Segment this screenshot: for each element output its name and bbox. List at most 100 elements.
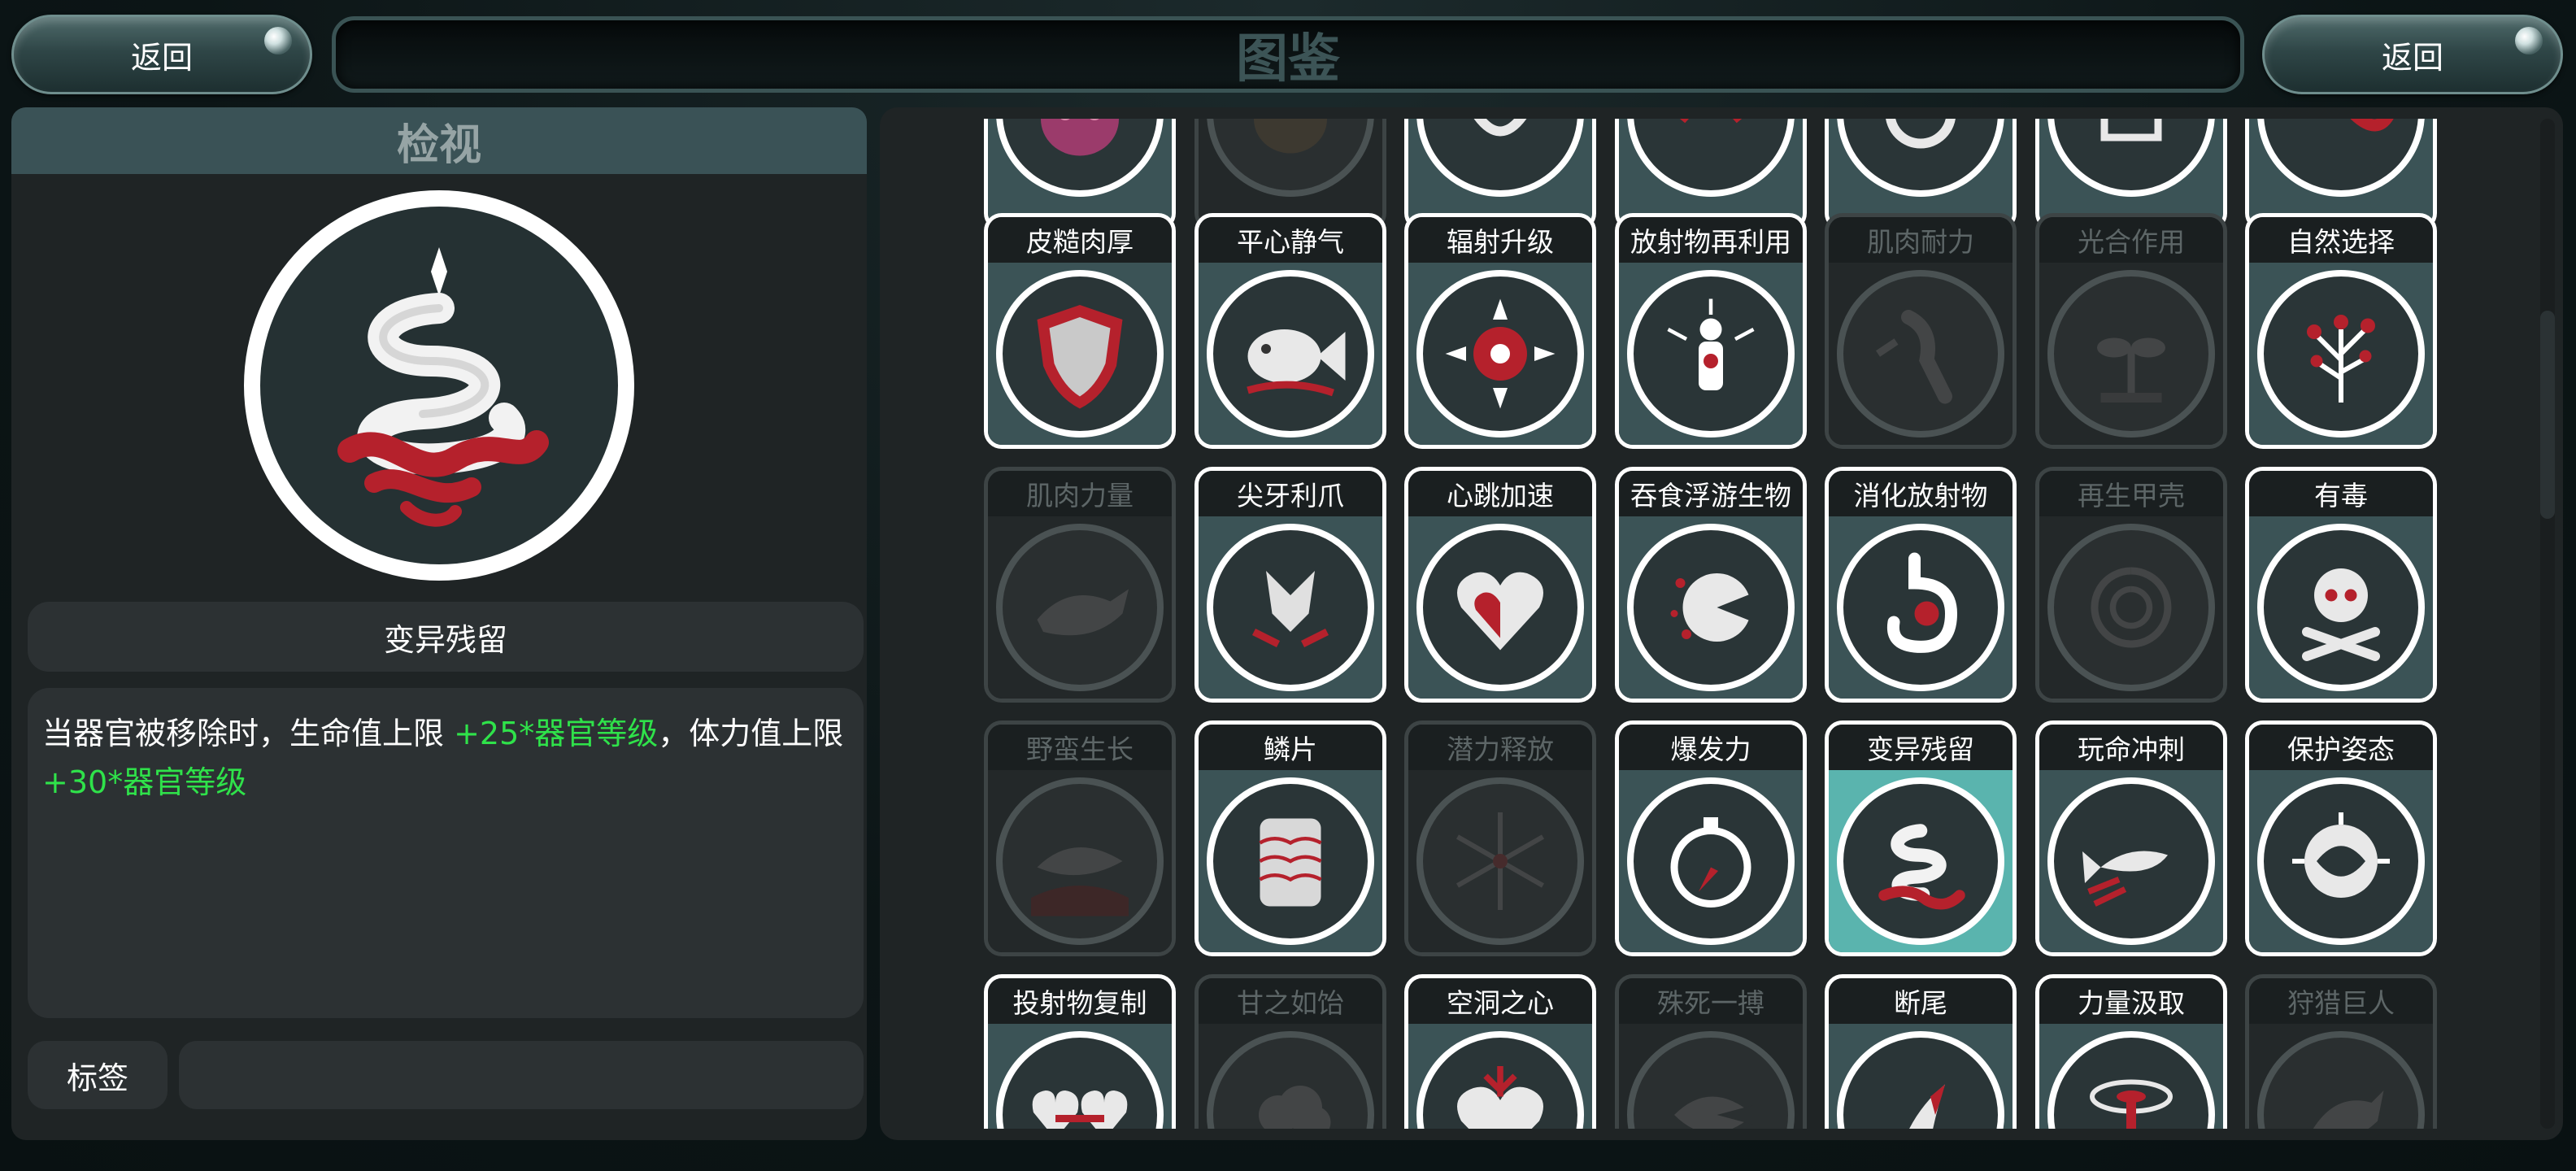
radiant-human-icon (1667, 298, 1755, 390)
fish-icon (1247, 329, 1346, 397)
tail-icon (1909, 1084, 1945, 1129)
collection-card[interactable]: 野蛮生长 (984, 720, 1176, 956)
swirl-icon (1473, 119, 1527, 137)
collection-card[interactable]: 辐射升级 (1404, 213, 1596, 449)
description-bonus-health: +25*器官等级 (454, 716, 659, 751)
collection-card-label: 消化放射物 (1829, 471, 2012, 516)
coiled-serpent-icon (1878, 824, 1965, 910)
collection-card[interactable]: 光合作用 (2035, 213, 2227, 449)
dashing-fish-icon (2082, 851, 2168, 907)
collection-card-label: 尖牙利爪 (1199, 471, 1382, 516)
collection-card-label: 玩命冲刺 (2039, 725, 2223, 770)
plankton-eater-icon (1670, 573, 1754, 642)
collection-card[interactable]: 再生甲壳 (2035, 467, 2227, 703)
collection-card[interactable]: 保护姿态 (2245, 720, 2437, 956)
drain-icon (2090, 1079, 2173, 1129)
gloss-highlight-icon (2515, 27, 2543, 54)
piranha-icon (1674, 1096, 1754, 1129)
scrollbar-thumb[interactable] (2540, 311, 2555, 519)
collection-card[interactable]: 狩猎巨人 (2245, 974, 2437, 1129)
collection-card-label: 甘之如饴 (1199, 978, 1382, 1024)
collection-grid-panel[interactable]: 皮糙肉厚 平心静气 辐射升级 放射物再利用 肌肉耐力 光合作用 自然选择肌肉力量 尖牙利爪 心跳… (880, 107, 2563, 1140)
collection-card[interactable]: 自然选择 (2245, 213, 2437, 449)
radiation-compass-icon (1445, 298, 1556, 409)
collection-card[interactable]: 变异残留 (1825, 720, 2017, 956)
collection-card-label: 保护姿态 (2249, 725, 2433, 770)
selected-item-description: 当器官被移除时，生命值上限 +25*器官等级，体力值上限 +30*器官等级 (28, 688, 864, 1018)
tag-label: 标签 (66, 1060, 128, 1096)
collection-card[interactable]: 皮糙肉厚 (984, 213, 1176, 449)
tag-field (179, 1041, 864, 1109)
whale-icon (1037, 589, 1129, 636)
page-title: 图鉴 (1236, 29, 1340, 89)
collection-card-label: 放射物再利用 (1619, 217, 1803, 263)
collection-card-label: 爆发力 (1619, 725, 1803, 770)
selected-item-name: 变异残留 (383, 621, 507, 658)
description-text-1: 当器官被移除时，生命值上限 (42, 716, 455, 751)
red-swirl-icon (1679, 119, 1743, 124)
collection-card-label: 光合作用 (2039, 217, 2223, 263)
cloud-icon (1259, 1086, 1331, 1129)
collection-card-label: 辐射升级 (1408, 217, 1592, 263)
collection-card[interactable]: 消化放射物 (1825, 467, 2017, 703)
collection-grid[interactable]: 皮糙肉厚 平心静气 辐射升级 放射物再利用 肌肉耐力 光合作用 自然选择肌肉力量 尖牙利爪 心跳… (880, 119, 2539, 1129)
collection-card[interactable]: 鳞片 (1194, 720, 1386, 956)
collection-card-label: 力量汲取 (2039, 978, 2223, 1024)
collection-card[interactable]: 潜力释放 (1404, 720, 1596, 956)
collection-card-label: 投射物复制 (988, 978, 1172, 1024)
collection-card[interactable]: 肌肉力量 (984, 467, 1176, 703)
collection-card-label: 心跳加速 (1408, 471, 1592, 516)
shell-icon (2091, 567, 2172, 648)
collection-card-label: 断尾 (1829, 978, 2012, 1024)
coiled-serpent-icon (337, 247, 549, 527)
running-leg-icon (1876, 310, 1952, 404)
collection-card[interactable]: 力量汲取 (2035, 974, 2227, 1129)
twin-hearts-icon (1032, 1090, 1128, 1129)
back-button-right[interactable]: 返回 (2262, 15, 2563, 94)
back-button-right-label: 返回 (2381, 39, 2443, 76)
shield-icon (1037, 305, 1123, 409)
collection-card[interactable]: 有毒 (2245, 467, 2437, 703)
detail-panel: 检视 变异残留 当器官被移除时，生命值上限 +25*器官等级，体力值上限 +30… (11, 107, 867, 1140)
collection-card[interactable]: 吞食浮游生物 (1615, 467, 1807, 703)
tree-icon (2307, 315, 2375, 403)
collection-card[interactable]: 断尾 (1825, 974, 2017, 1129)
collection-card-label: 自然选择 (2249, 217, 2433, 263)
scrollbar-track[interactable] (2540, 119, 2555, 1129)
collection-card[interactable]: 投射物复制 (984, 974, 1176, 1129)
collection-card[interactable]: 殊死一搏 (1615, 974, 1807, 1129)
curled-creature-icon (2292, 812, 2390, 898)
collection-card[interactable]: 肌肉耐力 (1825, 213, 2017, 449)
pink-creature-icon (1041, 119, 1119, 156)
structure-icon (2100, 119, 2162, 141)
back-button-left-label: 返回 (130, 39, 193, 76)
collection-card[interactable]: 甘之如饴 (1194, 974, 1386, 1129)
collection-card-label: 有毒 (2249, 471, 2433, 516)
collection-card-label: 平心静气 (1199, 217, 1382, 263)
skull-icon (2302, 568, 2380, 661)
back-button-left[interactable]: 返回 (11, 15, 312, 94)
collection-card-label: 殊死一搏 (1619, 978, 1803, 1024)
collection-card[interactable]: 爆发力 (1615, 720, 1807, 956)
collection-card[interactable]: 玩命冲刺 (2035, 720, 2227, 956)
collection-card[interactable]: 空洞之心 (1404, 974, 1596, 1129)
scales-icon (1259, 818, 1322, 907)
description-bonus-stamina: +30*器官等级 (42, 764, 247, 800)
collection-card[interactable]: 心跳加速 (1404, 467, 1596, 703)
hollow-heart-icon (1457, 1066, 1543, 1129)
collection-card[interactable]: 放射物再利用 (1615, 213, 1807, 449)
shark-icon (1031, 847, 1129, 916)
collection-card-label: 再生甲壳 (2039, 471, 2223, 516)
selected-item-name-box: 变异残留 (28, 602, 864, 672)
collection-card-label: 野蛮生长 (988, 725, 1172, 770)
collection-card[interactable]: 尖牙利爪 (1194, 467, 1386, 703)
collection-card-label: 空洞之心 (1408, 978, 1592, 1024)
red-wave-icon (2350, 119, 2394, 132)
giant-hunt-icon (2313, 1090, 2384, 1129)
heart-icon (1457, 572, 1543, 651)
collection-card[interactable]: 平心静气 (1194, 213, 1386, 449)
collection-card-label: 变异残留 (1829, 725, 2012, 770)
dark-creature-icon (1254, 119, 1327, 154)
tag-label-box: 标签 (28, 1041, 168, 1109)
burst-icon (1456, 812, 1544, 910)
